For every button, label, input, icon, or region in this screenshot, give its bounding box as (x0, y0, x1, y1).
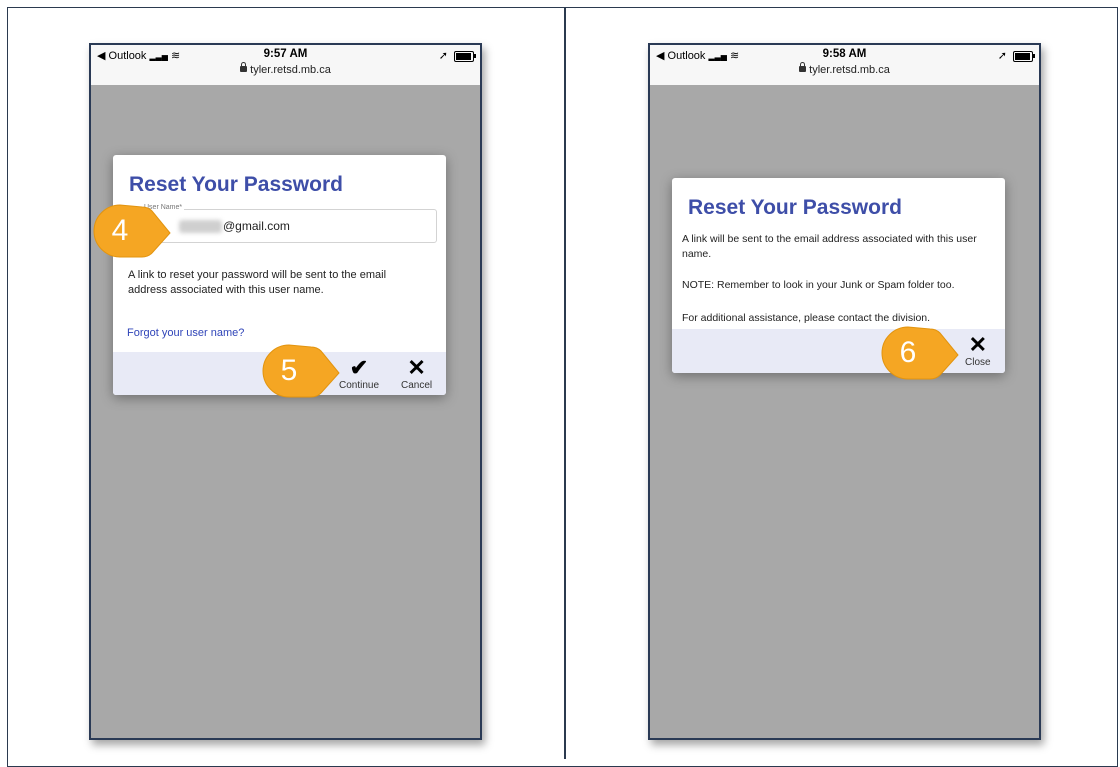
cancel-label: Cancel (401, 380, 433, 391)
link-sent-text: A link will be sent to the email address… (682, 233, 977, 260)
phone-screen-2: ◀ Outlook ▂▃▅ ≋ 9:58 AM ➚ tyler.retsd.mb… (648, 43, 1041, 740)
reset-description: A link to reset your password will be se… (128, 269, 387, 296)
step-5-callout: 5 (261, 343, 341, 403)
checkmark-icon: ✔ (349, 355, 369, 380)
step-number: 5 (280, 354, 298, 387)
redacted-text (179, 220, 222, 233)
address-bar[interactable]: tyler.retsd.mb.ca (91, 62, 480, 76)
close-icon: ✕ (407, 355, 426, 380)
junk-note-text: NOTE: Remember to look in your Junk or S… (682, 279, 955, 291)
close-button[interactable]: ✕ Close (965, 332, 991, 369)
close-icon: ✕ (968, 332, 987, 357)
assistance-text: For additional assistance, please contac… (682, 312, 931, 324)
url-text: tyler.retsd.mb.ca (809, 64, 890, 76)
close-label: Close (965, 357, 991, 368)
continue-label: Continue (339, 380, 380, 391)
dialog-title: Reset Your Password (688, 196, 902, 219)
step-6-callout: 6 (880, 325, 960, 385)
lock-icon (240, 62, 248, 73)
status-time: 9:58 AM (822, 48, 867, 60)
forgot-user-name-link[interactable]: Forgot your user name? (127, 327, 244, 339)
location-icon: ➚ (438, 50, 448, 62)
step-4-callout: 4 (92, 203, 172, 263)
dialog-title: Reset Your Password (129, 173, 343, 196)
panel-divider (564, 7, 566, 759)
status-right: ➚ (997, 49, 1035, 62)
battery-icon (1013, 50, 1035, 62)
status-bar: ◀ Outlook ▂▃▅ ≋ 9:58 AM ➚ tyler.retsd.mb… (650, 45, 1039, 85)
location-icon: ➚ (997, 50, 1007, 62)
continue-button[interactable]: ✔ Continue (339, 355, 380, 392)
cancel-button[interactable]: ✕ Cancel (401, 355, 433, 392)
status-bar: ◀ Outlook ▂▃▅ ≋ 9:57 AM ➚ tyler.retsd.mb… (91, 45, 480, 85)
url-text: tyler.retsd.mb.ca (250, 64, 331, 76)
user-name-value: @gmail.com (223, 219, 290, 233)
address-bar[interactable]: tyler.retsd.mb.ca (650, 62, 1039, 76)
status-right: ➚ (438, 49, 476, 62)
status-time: 9:57 AM (263, 48, 308, 60)
battery-icon (454, 50, 476, 62)
step-number: 6 (899, 336, 917, 369)
step-number: 4 (111, 214, 129, 247)
lock-icon (799, 62, 807, 73)
